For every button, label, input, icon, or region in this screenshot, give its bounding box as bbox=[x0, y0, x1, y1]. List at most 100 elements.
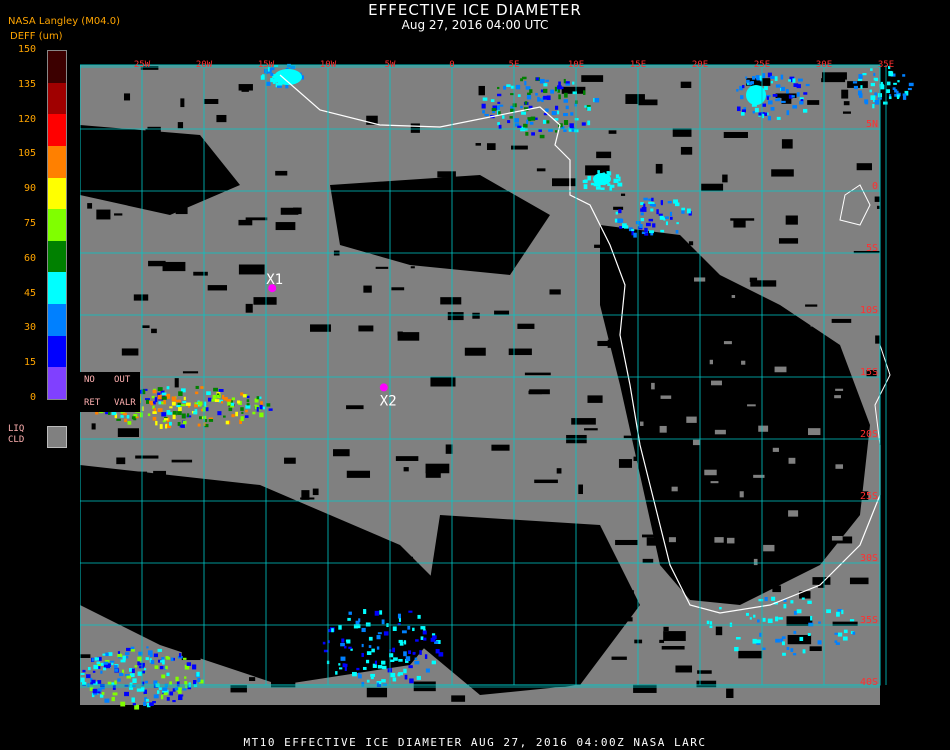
clear-patch bbox=[589, 655, 595, 665]
ice-pixel bbox=[886, 89, 891, 94]
cloud-patch bbox=[834, 395, 841, 399]
cloud-patch bbox=[747, 404, 756, 407]
clear-patch bbox=[148, 260, 166, 267]
ice-pixel bbox=[114, 665, 118, 669]
ice-pixel bbox=[796, 609, 802, 614]
ice-pixel bbox=[181, 424, 185, 428]
ice-pixel bbox=[542, 119, 547, 124]
ice-pixel bbox=[563, 129, 567, 132]
clear-patch bbox=[242, 527, 253, 532]
ice-pixel bbox=[852, 81, 858, 84]
colorbar-tick-label: 105 bbox=[17, 148, 36, 160]
ice-pixel bbox=[539, 78, 545, 84]
clear-patch bbox=[238, 219, 253, 226]
ice-pixel bbox=[801, 597, 805, 600]
ice-pixel bbox=[681, 207, 686, 211]
ice-pixel bbox=[424, 654, 428, 659]
ice-pixel bbox=[370, 673, 376, 677]
ice-pixel bbox=[361, 643, 364, 648]
ice-pixel bbox=[222, 415, 226, 418]
clear-patch bbox=[280, 207, 299, 215]
ice-pixel bbox=[169, 681, 172, 685]
ice-pixel bbox=[775, 84, 781, 88]
ice-pixel bbox=[600, 187, 605, 190]
ice-pixel bbox=[756, 78, 760, 81]
clear-patch bbox=[275, 222, 296, 231]
ice-pixel bbox=[791, 95, 795, 98]
ice-pixel bbox=[888, 70, 893, 74]
ice-pixel bbox=[376, 646, 380, 650]
ice-pixel bbox=[869, 89, 872, 93]
ice-pixel bbox=[557, 110, 560, 115]
clear-patch bbox=[549, 289, 561, 295]
ice-pixel bbox=[365, 622, 371, 627]
clear-patch bbox=[611, 656, 627, 660]
ice-pixel bbox=[772, 94, 778, 97]
ice-pixel bbox=[843, 629, 848, 634]
ice-pixel bbox=[157, 648, 162, 652]
clear-patch bbox=[473, 619, 493, 623]
cloud-patch bbox=[660, 395, 672, 399]
clear-patch bbox=[447, 312, 464, 321]
colorbar-tick-label: 90 bbox=[23, 183, 36, 195]
clear-patch bbox=[249, 677, 256, 682]
ice-pixel bbox=[548, 129, 553, 132]
page-title: EFFECTIVE ICE DIAMETER bbox=[368, 1, 582, 19]
ice-pixel bbox=[165, 665, 168, 670]
ice-pixel bbox=[886, 81, 891, 86]
ice-pixel bbox=[154, 397, 158, 403]
ice-pixel bbox=[159, 424, 163, 429]
lon-label: 5W bbox=[385, 60, 396, 70]
cloud-patch bbox=[836, 325, 843, 333]
ice-pixel bbox=[235, 411, 239, 417]
clear-patch bbox=[142, 325, 150, 328]
ice-pixel bbox=[770, 75, 775, 79]
ice-pixel bbox=[175, 399, 181, 403]
ice-pixel bbox=[643, 203, 646, 208]
ice-pixel bbox=[490, 99, 495, 103]
clear-patch bbox=[301, 490, 310, 500]
ice-pixel bbox=[149, 702, 154, 706]
ice-pixel bbox=[340, 656, 346, 661]
site-marker-label: X1 bbox=[266, 272, 283, 288]
lat-label: 35S bbox=[860, 615, 878, 626]
ice-pixel bbox=[667, 201, 672, 204]
ice-pixel bbox=[512, 103, 517, 108]
cloud-patch bbox=[714, 429, 726, 435]
ice-pixel bbox=[793, 630, 797, 634]
ice-pixel bbox=[563, 78, 566, 84]
clear-patch bbox=[778, 238, 799, 244]
ice-pixel bbox=[93, 664, 99, 670]
ice-pixel bbox=[225, 420, 229, 425]
clear-patch bbox=[449, 597, 476, 605]
ice-pixel bbox=[207, 397, 212, 402]
ice-pixel bbox=[230, 402, 235, 406]
ice-pixel bbox=[152, 411, 157, 414]
ice-pixel bbox=[379, 610, 383, 615]
ice-pixel bbox=[767, 100, 773, 105]
ice-pixel bbox=[398, 639, 403, 643]
cloud-patch bbox=[671, 486, 678, 492]
clear-patch bbox=[366, 687, 388, 698]
lat-label: 15S bbox=[860, 367, 878, 378]
ice-pixel bbox=[676, 222, 679, 225]
ice-pixel bbox=[529, 121, 534, 125]
clear-patch bbox=[241, 496, 252, 503]
lon-label: 5E bbox=[509, 60, 520, 70]
ice-pixel bbox=[347, 617, 351, 621]
ice-pixel bbox=[498, 124, 502, 130]
ice-pixel bbox=[537, 96, 540, 102]
clear-patch bbox=[564, 670, 573, 674]
ice-pixel bbox=[564, 92, 568, 98]
ice-pixel bbox=[338, 625, 342, 630]
ice-pixel bbox=[169, 406, 173, 409]
ice-pixel bbox=[686, 208, 691, 214]
clear-patch bbox=[153, 470, 167, 477]
clear-patch bbox=[472, 312, 480, 319]
ice-pixel bbox=[159, 665, 164, 670]
clear-patch bbox=[726, 688, 734, 698]
ice-pixel bbox=[183, 396, 186, 401]
ice-blob bbox=[593, 173, 611, 185]
clear-patch bbox=[552, 178, 576, 187]
ice-pixel bbox=[377, 632, 382, 635]
